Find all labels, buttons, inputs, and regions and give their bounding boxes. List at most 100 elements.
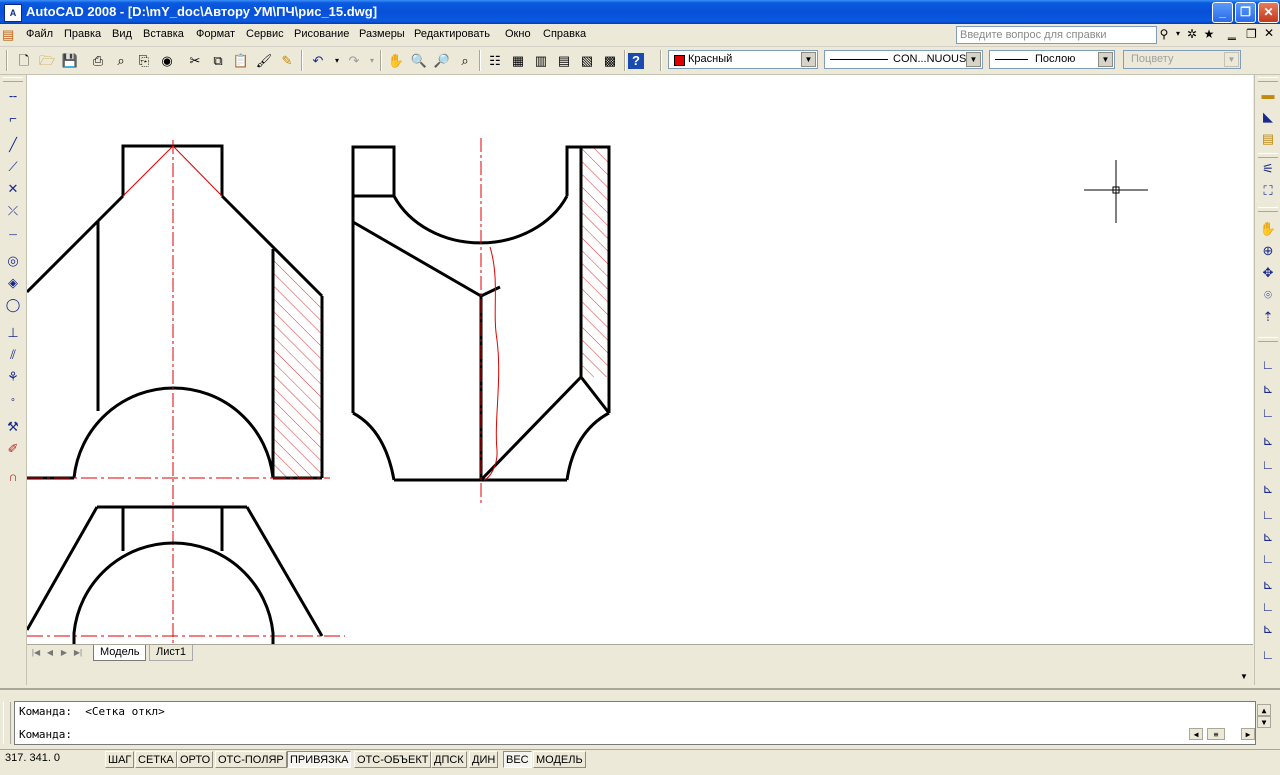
ucs-world-icon[interactable]: ⇡ (1258, 307, 1278, 327)
zoom-previous-icon[interactable]: ⌕ (455, 51, 475, 71)
construction-line-icon[interactable]: ╱ (3, 135, 23, 155)
doc-close-icon[interactable]: ✕ (1264, 26, 1274, 40)
minimize-button[interactable]: _ (1212, 2, 1233, 23)
status-ortho[interactable]: ОРТО (177, 751, 214, 768)
command-prompt[interactable]: Команда: (19, 728, 72, 741)
favorites-star-icon[interactable]: ★ (1201, 26, 1217, 42)
menu-modify[interactable]: Редактировать (414, 28, 490, 40)
ucs-origin-icon[interactable]: ∟ (1258, 455, 1278, 475)
command-window[interactable]: Команда: <Сетка откл> Команда: ▲ ▼ ◀ ≡ ▶ (14, 701, 1271, 745)
last-tab-icon[interactable]: ▶| (72, 647, 84, 659)
menu-draw[interactable]: Рисование (294, 28, 349, 40)
pan-realtime-icon[interactable]: ✋ (386, 51, 406, 71)
zoom-in-icon[interactable]: ⛶ (1258, 181, 1278, 201)
menu-view[interactable]: Вид (112, 28, 132, 40)
chevron-down-icon[interactable]: ▼ (1098, 52, 1113, 67)
prev-tab-icon[interactable]: ◀ (44, 647, 56, 659)
ucs-named-icon[interactable]: ⊾ (1258, 619, 1278, 639)
open-file-icon[interactable]: 🗁 (37, 51, 57, 71)
menu-help[interactable]: Справка (543, 28, 586, 40)
paste-icon[interactable]: 📋 (231, 51, 251, 71)
plot-preview-icon[interactable]: ⌕ (111, 51, 131, 71)
properties-icon[interactable]: ☷ (485, 51, 505, 71)
sheet-set-icon[interactable]: ▤ (554, 51, 574, 71)
ucs-apply-icon[interactable]: ⊾ (1258, 575, 1278, 595)
block-editor-icon[interactable]: ✎ (277, 51, 297, 71)
point-icon[interactable]: ∘ (3, 389, 23, 409)
cut-icon[interactable]: ✂ (185, 51, 205, 71)
tab-layout1[interactable]: Лист1 (149, 645, 194, 661)
communication-center-icon[interactable]: ✲ (1184, 26, 1200, 42)
status-model[interactable]: МОДЕЛЬ (533, 751, 586, 768)
undo-icon[interactable]: ↶ (308, 51, 328, 71)
first-tab-icon[interactable]: |◀ (30, 647, 42, 659)
close-button[interactable]: ✕ (1258, 2, 1279, 23)
copy-icon[interactable]: ⧉ (208, 51, 228, 71)
ellipse-icon[interactable]: ◈ (3, 273, 23, 293)
insert-block-icon[interactable]: ⚘ (3, 367, 23, 387)
document-icon[interactable]: ▤ (2, 27, 14, 43)
ucs-y-icon[interactable]: ∟ (1258, 549, 1278, 569)
chevron-down-icon[interactable]: ▼ (966, 52, 981, 67)
status-dyn[interactable]: ДИН (469, 751, 499, 768)
layer-icon[interactable]: ⚟ (1258, 159, 1278, 179)
ucs-view-icon[interactable]: ⊾ (1258, 431, 1278, 451)
menu-tools[interactable]: Сервис (246, 28, 284, 40)
pan-icon[interactable]: ✋ (1258, 219, 1278, 239)
scroll-up-icon[interactable]: ▲ (1257, 704, 1271, 716)
lineweight-combo[interactable]: Послою ▼ (989, 50, 1115, 69)
save-icon[interactable]: 💾 (60, 51, 80, 71)
ucs-x-icon[interactable]: ⊾ (1258, 527, 1278, 547)
status-polar[interactable]: ОТС-ПОЛЯР (215, 751, 287, 768)
arc-icon[interactable]: ◯ (3, 295, 23, 315)
zoom-window-icon[interactable]: 🔎 (432, 51, 452, 71)
menu-insert[interactable]: Вставка (143, 28, 184, 40)
edit-icon[interactable]: ⚒ (3, 417, 23, 437)
scroll-right-icon[interactable]: ▶ (1241, 728, 1255, 740)
maximize-button[interactable]: ❐ (1235, 2, 1256, 23)
dim-aligned-icon[interactable]: ◣ (1258, 107, 1278, 127)
walk-icon[interactable]: ✥ (1258, 263, 1278, 283)
orbit-icon[interactable]: ⊕ (1258, 241, 1278, 261)
tool-palettes-icon[interactable]: ▥ (531, 51, 551, 71)
publish-icon[interactable]: ⎘ (134, 51, 154, 71)
scroll-down-icon[interactable]: ▼ (1240, 672, 1248, 681)
redo-icon[interactable]: ↷ (344, 51, 364, 71)
point-divider-icon[interactable]: ┈ (3, 225, 23, 245)
help-icon[interactable]: ? (628, 53, 644, 69)
linetype-combo[interactable]: CON...NUOUS ▼ (824, 50, 983, 69)
magnet-icon[interactable]: ∩ (3, 467, 23, 487)
hatch-icon[interactable]: ⫽ (3, 345, 23, 365)
menu-dimension[interactable]: Размеры (359, 28, 405, 40)
polyline-icon[interactable]: ⟋ (3, 157, 23, 177)
chevron-down-icon[interactable]: ▼ (801, 52, 816, 67)
dim-style-icon[interactable]: ▤ (1258, 129, 1278, 149)
doc-minimize-icon[interactable]: ‗ (1228, 24, 1236, 40)
scroll-thumb[interactable]: ≡ (1207, 728, 1225, 740)
color-combo[interactable]: Красный ▼ (668, 50, 818, 69)
menu-format[interactable]: Формат (196, 28, 235, 40)
zoom-realtime-icon[interactable]: 🔍 (409, 51, 429, 71)
redo-dropdown-icon[interactable]: ▾ (362, 51, 382, 71)
ucs-icon[interactable]: ⌾ (1258, 285, 1278, 305)
menu-edit[interactable]: Правка (64, 28, 101, 40)
properties-icon[interactable]: ✐ (3, 439, 23, 459)
plot-icon[interactable]: ⎙ (88, 51, 108, 71)
multiline-icon[interactable]: ✕ (3, 179, 23, 199)
doc-restore-icon[interactable]: ❐ (1246, 27, 1257, 41)
ucs-prev-icon[interactable]: ∟ (1258, 355, 1278, 375)
drawing-canvas[interactable] (27, 75, 1253, 644)
menu-file[interactable]: Файл (26, 28, 53, 40)
match-properties-icon[interactable]: 🖌 (254, 51, 274, 71)
status-osnap[interactable]: ПРИВЯЗКА (287, 751, 352, 768)
coordinates-display[interactable]: 317. 341. 0 (5, 752, 60, 764)
scroll-down-icon[interactable]: ▼ (1257, 716, 1271, 728)
ucs-extra-icon[interactable]: ∟ (1258, 645, 1278, 665)
scroll-left-icon[interactable]: ◀ (1189, 728, 1203, 740)
design-center-icon[interactable]: ▦ (508, 51, 528, 71)
ucs-object-icon[interactable]: ∟ (1258, 403, 1278, 423)
ucs-face-icon[interactable]: ⊾ (1258, 379, 1278, 399)
horizontal-scroll-area[interactable] (27, 662, 1253, 685)
next-tab-icon[interactable]: ▶ (58, 647, 70, 659)
autocad-app-icon[interactable]: A (4, 4, 22, 22)
